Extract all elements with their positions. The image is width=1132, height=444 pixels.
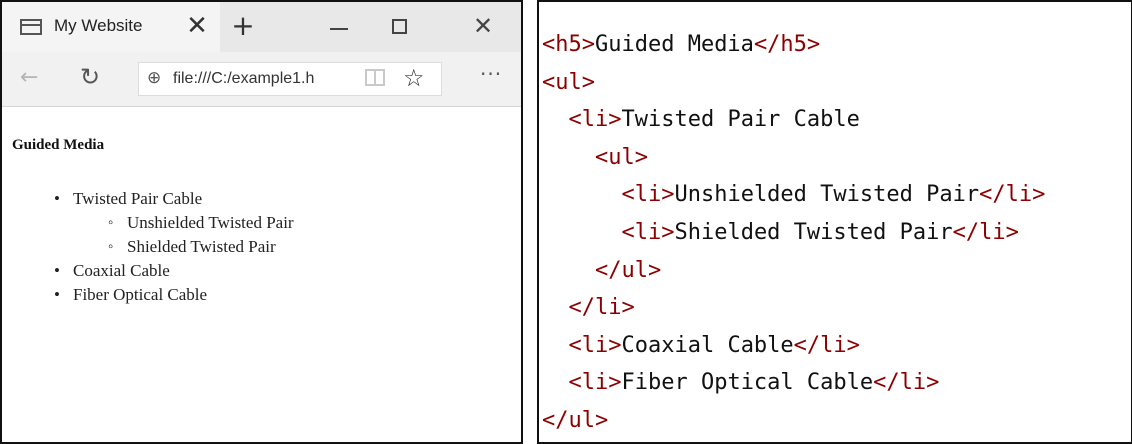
page-icon bbox=[20, 19, 42, 35]
title-bar: My Website ✕ + ✕ bbox=[2, 2, 521, 52]
address-bar[interactable]: ⊕ file:///C:/example1.h ☆ bbox=[138, 62, 442, 96]
code-line: <li>Coaxial Cable</li> bbox=[542, 327, 1045, 365]
back-arrow-icon[interactable]: ← bbox=[20, 65, 38, 90]
code-line: <li>Fiber Optical Cable</li> bbox=[542, 364, 1045, 402]
code-line: </ul> bbox=[542, 252, 1045, 290]
code-line: <h5>Guided Media</h5> bbox=[542, 26, 1045, 64]
code-tag: <li> bbox=[568, 332, 622, 358]
code-line: <ul> bbox=[542, 139, 1045, 177]
page-viewport: Guided Media Twisted Pair Cable Unshield… bbox=[2, 107, 521, 442]
navigation-bar: ← ↻ ⊕ file:///C:/example1.h ☆ ··· bbox=[2, 52, 521, 107]
browser-window: My Website ✕ + ✕ ← ↻ ⊕ file:///C:/exampl… bbox=[0, 0, 523, 444]
code-tag: <li> bbox=[568, 370, 622, 396]
code-tag: <li> bbox=[568, 107, 622, 133]
refresh-icon[interactable]: ↻ bbox=[80, 63, 100, 91]
code-tag: </ul> bbox=[594, 257, 662, 283]
window-close-icon[interactable]: ✕ bbox=[468, 11, 498, 41]
code-text: Coaxial Cable bbox=[621, 332, 794, 358]
list-item: Twisted Pair Cable bbox=[2, 187, 294, 211]
code-tag: </li> bbox=[979, 182, 1046, 208]
code-tag: <li> bbox=[621, 219, 675, 245]
code-tag: </li> bbox=[568, 295, 635, 321]
favorite-star-icon[interactable]: ☆ bbox=[403, 64, 425, 92]
code-text: Twisted Pair Cable bbox=[621, 107, 860, 133]
code-tag: </ul> bbox=[542, 407, 609, 433]
new-tab-icon[interactable]: + bbox=[228, 11, 258, 41]
code-tag: <ul> bbox=[594, 144, 648, 170]
tab-title: My Website bbox=[54, 16, 143, 35]
globe-icon: ⊕ bbox=[147, 68, 162, 88]
list-item: Coaxial Cable bbox=[2, 259, 294, 283]
code-panel: <h5>Guided Media</h5> <ul> <li>Twisted P… bbox=[537, 0, 1132, 444]
code-text: Unshielded Twisted Pair bbox=[674, 182, 980, 208]
list-item: Fiber Optical Cable bbox=[2, 283, 294, 307]
code-text: Shielded Twisted Pair bbox=[674, 219, 953, 245]
code-tag: <li> bbox=[621, 182, 675, 208]
code-tag: </h5> bbox=[753, 32, 821, 57]
code-line: <li>Shielded Twisted Pair</li> bbox=[542, 214, 1045, 252]
browser-tab[interactable]: My Website ✕ bbox=[2, 2, 220, 52]
code-text: Guided Media bbox=[594, 32, 754, 57]
code-line: <li>Unshielded Twisted Pair</li> bbox=[542, 176, 1045, 214]
code-line: <li>Twisted Pair Cable bbox=[542, 101, 1045, 139]
more-options-icon[interactable]: ··· bbox=[480, 62, 502, 86]
code-block: <h5>Guided Media</h5> <ul> <li>Twisted P… bbox=[542, 26, 1045, 440]
code-tag: </li> bbox=[793, 332, 860, 358]
page-heading: Guided Media bbox=[12, 137, 105, 153]
code-text: Fiber Optical Cable bbox=[621, 370, 874, 396]
nested-list-item: Shielded Twisted Pair bbox=[2, 235, 294, 259]
tab-close-icon[interactable]: ✕ bbox=[182, 11, 212, 41]
minimize-icon[interactable] bbox=[330, 28, 348, 30]
code-tag: </li> bbox=[873, 370, 940, 396]
code-line: </li> bbox=[542, 289, 1045, 327]
maximize-icon[interactable] bbox=[392, 19, 407, 34]
code-tag: <h5> bbox=[542, 32, 595, 57]
reading-view-icon[interactable] bbox=[365, 69, 385, 86]
media-list: Twisted Pair Cable Unshielded Twisted Pa… bbox=[2, 187, 294, 307]
code-tag: <ul> bbox=[542, 69, 595, 95]
code-line: </ul> bbox=[542, 402, 1045, 440]
url-text[interactable]: file:///C:/example1.h bbox=[173, 70, 314, 88]
code-line: <ul> bbox=[542, 64, 1045, 102]
code-tag: </li> bbox=[952, 219, 1019, 245]
nested-list-item: Unshielded Twisted Pair bbox=[2, 211, 294, 235]
